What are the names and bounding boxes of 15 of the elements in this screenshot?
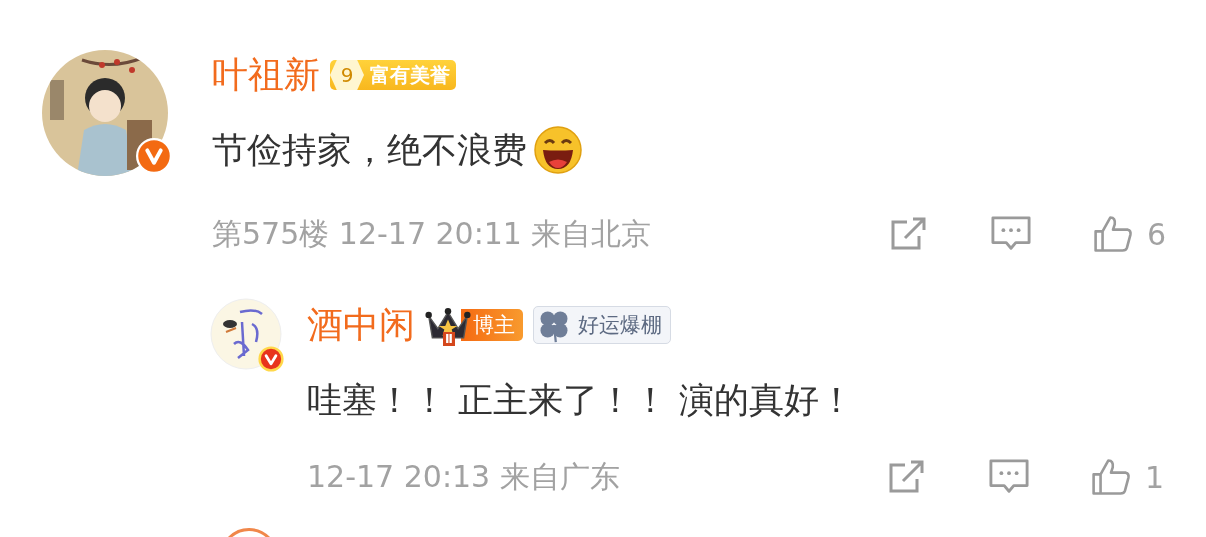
user-name[interactable]: 叶祖新 bbox=[212, 50, 320, 100]
luck-badge: 好运爆棚 bbox=[533, 306, 671, 344]
badge-label: 富有美誉 bbox=[370, 61, 450, 89]
reply-meta: 12-17 20:13 来自广东 bbox=[307, 457, 620, 496]
comment-text: 节俭持家，绝不浪费 bbox=[212, 128, 527, 172]
rank-label: Ⅱ bbox=[443, 332, 455, 346]
like-count: 6 bbox=[1147, 216, 1167, 252]
user-name[interactable]: 酒中闲 bbox=[307, 300, 415, 350]
level-number: 9 bbox=[330, 60, 364, 90]
reply-text: 哇塞！！ 正主来了！！ 演的真好！ bbox=[307, 378, 855, 422]
like-count: 1 bbox=[1145, 459, 1165, 495]
thumbs-up-icon[interactable] bbox=[1091, 457, 1131, 497]
comment-meta: 第575楼 12-17 20:11 来自北京 bbox=[212, 214, 652, 253]
host-badge: 博主 bbox=[461, 309, 523, 341]
thumbs-up-icon[interactable] bbox=[1093, 214, 1133, 254]
